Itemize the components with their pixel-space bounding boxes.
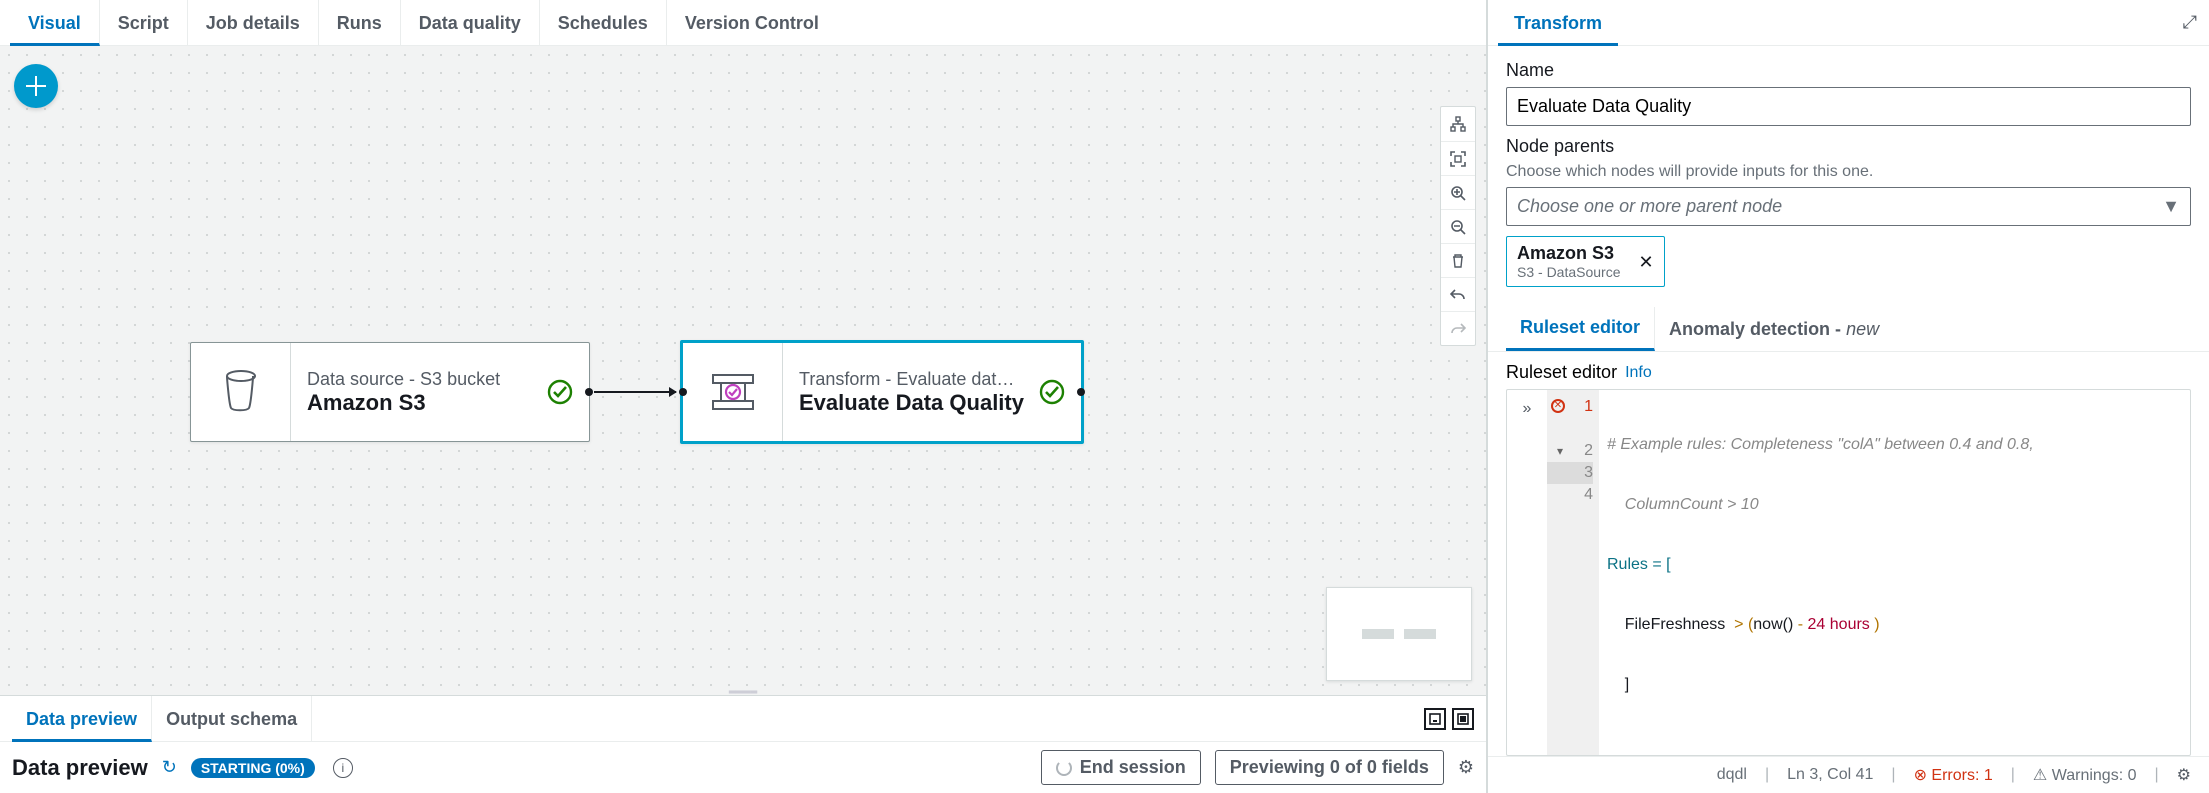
status-badge: STARTING (0%) [191,758,315,778]
node-parents-label: Node parents [1506,136,2191,157]
ruleset-editor-heading: Ruleset editor [1506,362,1617,383]
redo-icon[interactable] [1441,311,1475,345]
resize-grip-icon[interactable]: ════ [723,689,763,695]
status-language: dqdl [1717,766,1747,784]
subtab-ruleset-editor[interactable]: Ruleset editor [1506,307,1655,351]
error-icon: ✕ [1551,399,1565,413]
previewing-fields-button[interactable]: Previewing 0 of 0 fields [1215,750,1444,785]
node-title: Evaluate Data Quality [799,390,1065,416]
side-panel: Transform ⤢ Name Node parents Choose whi… [1487,0,2209,793]
chip-title: Amazon S3 [1517,243,1621,264]
maximize-window-icon[interactable] [1452,708,1474,730]
close-icon[interactable]: ✕ [1639,253,1654,271]
refresh-icon[interactable]: ↻ [162,757,177,778]
collapse-editor-icon[interactable]: » [1507,390,1547,755]
top-tabs: Visual Script Job details Runs Data qual… [0,0,1486,46]
node-kicker: Transform - Evaluate dat… [799,369,1065,390]
minimap-node [1362,629,1394,639]
undo-icon[interactable] [1441,277,1475,311]
minimap[interactable] [1326,587,1472,681]
s3-bucket-icon [191,343,291,441]
evaluate-data-quality-icon [683,343,783,441]
delete-icon[interactable] [1441,243,1475,277]
info-link[interactable]: Info [1625,364,1652,382]
node-parents-placeholder: Choose one or more parent node [1517,196,1782,217]
end-session-button[interactable]: End session [1041,750,1201,785]
tab-job-details[interactable]: Job details [188,0,319,46]
status-errors: ⊗ Errors: 1 [1914,765,1993,785]
spinner-icon [1056,760,1072,776]
plus-icon [26,76,46,96]
tab-schedules[interactable]: Schedules [540,0,667,46]
node-input-port[interactable] [679,388,687,396]
editor-content[interactable]: # Example rules: Completeness "colA" bet… [1599,390,2190,756]
success-icon [1039,379,1065,405]
fit-screen-icon[interactable] [1441,141,1475,175]
tab-output-schema[interactable]: Output schema [152,696,312,742]
zoom-in-icon[interactable] [1441,175,1475,209]
edge [594,391,676,393]
add-node-button[interactable] [14,64,58,108]
node-output-port[interactable] [585,388,593,396]
code-editor[interactable]: » ✕1 ▾2 3 4 # Example rules: Completenes… [1506,389,2191,756]
layout-icon[interactable] [1441,107,1475,141]
data-preview-heading: Data preview [12,755,148,781]
node-parents-hint: Choose which nodes will provide inputs f… [1506,163,2191,181]
fold-icon[interactable]: ▾ [1557,440,1563,462]
canvas-toolbar [1440,106,1476,346]
gear-icon[interactable]: ⚙ [2177,765,2191,785]
node-parents-select[interactable]: Choose one or more parent node ▼ [1506,187,2191,226]
chevron-down-icon: ▼ [2162,196,2180,217]
zoom-out-icon[interactable] [1441,209,1475,243]
editor-statusbar: dqdl | Ln 3, Col 41 | ⊗ Errors: 1 | ⚠ Wa… [1488,756,2209,793]
tab-visual[interactable]: Visual [10,0,100,46]
canvas[interactable]: Data source - S3 bucket Amazon S3 [0,46,1486,695]
gear-icon[interactable]: ⚙ [1458,757,1474,778]
subtab-anomaly-detection[interactable]: Anomaly detection - new [1655,309,1893,350]
status-warnings: ⚠ Warnings: 0 [2033,765,2137,785]
restore-window-icon[interactable] [1424,708,1446,730]
parent-chip-amazon-s3: Amazon S3 S3 - DataSource ✕ [1506,236,1665,287]
chip-subtitle: S3 - DataSource [1517,264,1621,280]
tab-data-preview[interactable]: Data preview [12,696,152,742]
status-cursor: Ln 3, Col 41 [1787,766,1873,784]
node-amazon-s3[interactable]: Data source - S3 bucket Amazon S3 [190,342,590,442]
bottom-panel: Data preview Output schema Data preview … [0,695,1486,793]
name-input[interactable] [1506,87,2191,126]
node-evaluate-data-quality[interactable]: Transform - Evaluate dat… Evaluate Data … [680,340,1084,444]
tab-runs[interactable]: Runs [319,0,401,46]
node-title: Amazon S3 [307,390,573,416]
tab-version-control[interactable]: Version Control [667,0,837,46]
name-label: Name [1506,60,2191,81]
tab-data-quality[interactable]: Data quality [401,0,540,46]
editor-gutter: ✕1 ▾2 3 4 [1547,390,1599,755]
info-icon[interactable]: i [333,758,353,778]
side-tab-transform[interactable]: Transform [1498,0,1618,46]
success-icon [547,379,573,405]
arrow-icon [669,387,677,397]
node-output-port[interactable] [1077,388,1085,396]
expand-icon[interactable]: ⤢ [2183,12,2199,33]
tab-script[interactable]: Script [100,0,188,46]
node-kicker: Data source - S3 bucket [307,369,573,390]
minimap-node [1404,629,1436,639]
